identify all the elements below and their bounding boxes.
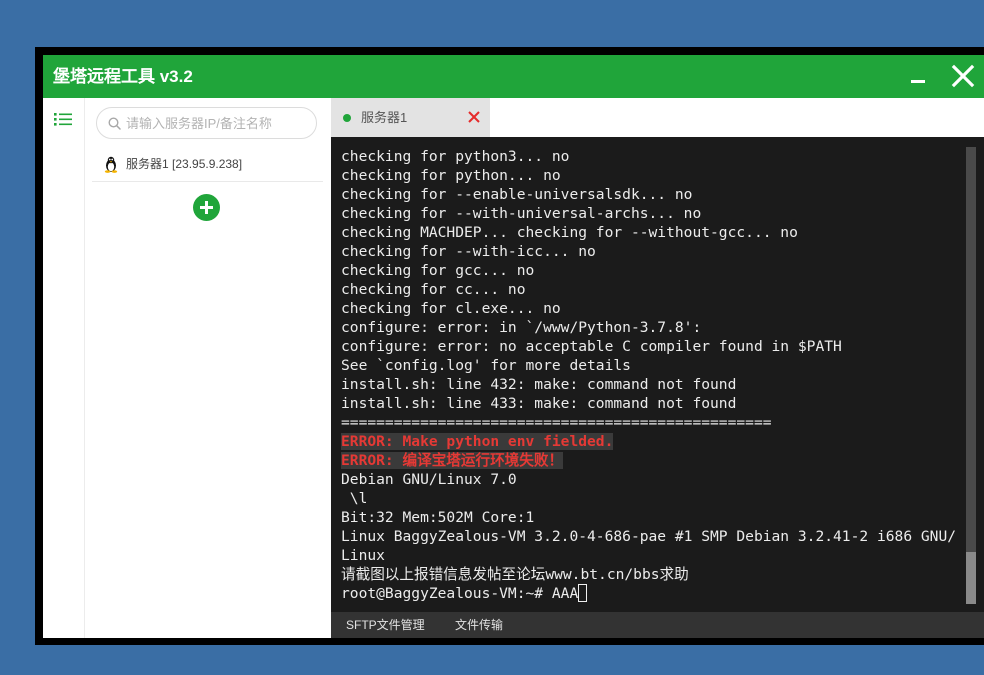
terminal-line-text: checking for python... no (341, 167, 561, 184)
terminal-line-text: Linux BaggyZealous-VM 3.2.0-4-686-pae #1… (341, 528, 957, 545)
terminal-line-text: ERROR: 编译宝塔运行环境失败！ (341, 452, 564, 469)
terminal-input[interactable]: AAA (552, 585, 578, 602)
title-bar[interactable]: 堡塔远程工具 v3.2 (43, 55, 984, 98)
terminal-line: configure: error: no acceptable C compil… (341, 337, 961, 356)
tab-server-1[interactable]: 服务器1 (331, 98, 490, 137)
terminal-line-text: Linux (341, 547, 385, 564)
close-icon (468, 111, 480, 123)
minimize-icon (911, 80, 925, 83)
list-icon (54, 113, 72, 126)
terminal-line: checking for python... no (341, 166, 961, 185)
tab-close-button[interactable] (468, 111, 480, 123)
terminal-line-text: 请截图以上报错信息发帖至论坛www.bt.cn/bbs求助 (341, 566, 689, 583)
terminal-line-text: checking for --with-universal-archs... n… (341, 205, 702, 222)
terminal-line-text: checking MACHDEP... checking for --witho… (341, 224, 798, 241)
terminal-line-text: install.sh: line 432: make: command not … (341, 376, 737, 393)
scrollbar-thumb[interactable] (966, 552, 976, 604)
terminal-line: See `config.log' for more details (341, 356, 961, 375)
terminal-line-text: Debian GNU/Linux 7.0 (341, 471, 517, 488)
terminal-error-line: ERROR: 编译宝塔运行环境失败！ (341, 451, 961, 470)
terminal-line: checking for --with-icc... no (341, 242, 961, 261)
terminal-line-text: checking for --enable-universalsdk... no (341, 186, 693, 203)
terminal-line: Linux BaggyZealous-VM 3.2.0-4-686-pae #1… (341, 527, 961, 546)
window-title: 堡塔远程工具 v3.2 (53, 67, 193, 86)
close-window-button[interactable] (945, 55, 981, 98)
terminal-output: checking for python3... no checking for p… (341, 147, 961, 603)
terminal-line-text: install.sh: line 433: make: command not … (341, 395, 737, 412)
menu-button[interactable] (54, 111, 72, 127)
add-server-button[interactable] (193, 194, 220, 221)
terminal-line: install.sh: line 432: make: command not … (341, 375, 961, 394)
terminal-line: Bit:32 Mem:502M Core:1 (341, 508, 961, 527)
terminal-lines: checking for python3... no checking for p… (341, 147, 961, 584)
plus-icon (200, 201, 213, 214)
sftp-file-manager-button[interactable]: SFTP文件管理 (346, 612, 425, 638)
terminal-line-text: configure: error: in `/www/Python-3.7.8'… (341, 319, 702, 336)
terminal-prompt-line[interactable]: root@BaggyZealous-VM:~# AAA (341, 584, 961, 603)
tab-label: 服务器1 (361, 110, 408, 125)
close-icon (951, 64, 975, 88)
terminal-line: checking for gcc... no (341, 261, 961, 280)
terminal-line-text: See `config.log' for more details (341, 357, 631, 374)
bottom-toolbar: SFTP文件管理 文件传输 (331, 612, 984, 638)
terminal-cursor (578, 584, 588, 602)
terminal-line: Linux (341, 546, 961, 565)
terminal-line-text: ========================================… (341, 414, 772, 431)
terminal-line: checking for python3... no (341, 147, 961, 166)
terminal-scrollbar[interactable] (966, 147, 976, 604)
file-transfer-button[interactable]: 文件传输 (455, 612, 503, 638)
terminal-line: checking MACHDEP... checking for --witho… (341, 223, 961, 242)
server-label: 服务器1 [23.95.9.238] (126, 157, 243, 171)
terminal-line-text: checking for cc... no (341, 281, 526, 298)
terminal-line-text: checking for python3... no (341, 148, 570, 165)
linux-penguin-icon (104, 156, 118, 173)
terminal-line: checking for --enable-universalsdk... no (341, 185, 961, 204)
terminal-line-text: Bit:32 Mem:502M Core:1 (341, 509, 535, 526)
terminal-line: Debian GNU/Linux 7.0 (341, 470, 961, 489)
terminal-line: install.sh: line 433: make: command not … (341, 394, 961, 413)
search-icon (108, 117, 121, 130)
terminal-line: checking for cc... no (341, 280, 961, 299)
sidebar-divider (84, 98, 85, 638)
terminal-line: ========================================… (341, 413, 961, 432)
terminal-error-line: ERROR: Make python env fielded. (341, 432, 961, 451)
search-input[interactable] (126, 108, 311, 138)
terminal-line: 请截图以上报错信息发帖至论坛www.bt.cn/bbs求助 (341, 565, 961, 584)
terminal-line-text: configure: error: no acceptable C compil… (341, 338, 842, 355)
terminal-line: configure: error: in `/www/Python-3.7.8'… (341, 318, 961, 337)
terminal-prompt: root@BaggyZealous-VM:~# (341, 585, 552, 602)
session-tab-bar: 服务器1 (331, 98, 984, 137)
terminal[interactable]: checking for python3... no checking for p… (331, 137, 984, 612)
terminal-line-text: checking for --with-icc... no (341, 243, 596, 260)
terminal-line: \l (341, 489, 961, 508)
terminal-line-text: ERROR: Make python env fielded. (341, 433, 614, 450)
terminal-line: checking for --with-universal-archs... n… (341, 204, 961, 223)
terminal-line: checking for cl.exe... no (341, 299, 961, 318)
connection-status-dot (343, 114, 351, 122)
search-box[interactable] (96, 107, 317, 139)
server-sidebar: 服务器1 [23.95.9.238] (43, 98, 331, 638)
terminal-line-text: checking for cl.exe... no (341, 300, 561, 317)
terminal-line-text: \l (341, 490, 368, 507)
terminal-line-text: checking for gcc... no (341, 262, 535, 279)
minimize-button[interactable] (900, 55, 936, 98)
server-list-item[interactable]: 服务器1 [23.95.9.238] (92, 148, 323, 182)
